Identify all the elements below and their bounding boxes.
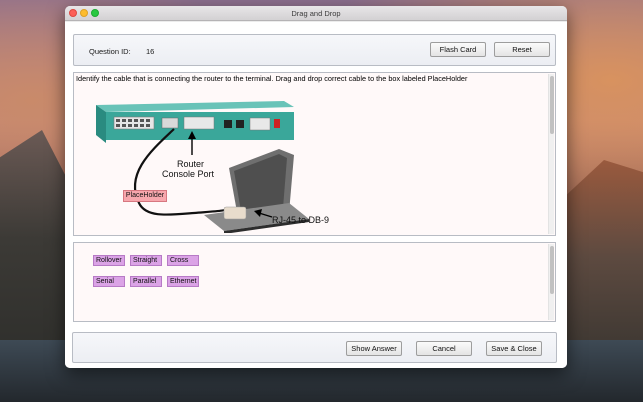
router-port-bank (113, 116, 155, 130)
answer-chip-cross[interactable]: Cross (167, 255, 199, 266)
answer-chip-rollover[interactable]: Rollover (93, 255, 125, 266)
answer-chip-serial[interactable]: Serial (93, 276, 125, 287)
close-window-icon[interactable] (69, 9, 77, 17)
question-text: Identify the cable that is connecting th… (76, 74, 468, 83)
question-scrollbar[interactable] (548, 74, 554, 234)
router-terminal-diagram: Router Console Port RJ-45 to DB-9 (96, 101, 329, 233)
cancel-button[interactable]: Cancel (416, 341, 472, 356)
question-id-value: 16 (146, 47, 155, 56)
question-scroll-thumb[interactable] (550, 76, 554, 134)
placeholder-drop-target[interactable]: PlaceHolder (123, 190, 167, 202)
db9-connector (223, 206, 247, 220)
question-header-panel: Question ID: 16 Flash Card Reset (73, 34, 556, 66)
footer-panel: Show Answer Cancel Save & Close (72, 332, 557, 363)
window-titlebar[interactable]: Drag and Drop (65, 6, 567, 21)
window-content: Question ID: 16 Flash Card Reset Identif… (65, 22, 567, 368)
minimize-window-icon[interactable] (80, 9, 88, 17)
router-top (96, 101, 294, 112)
show-answer-button[interactable]: Show Answer (346, 341, 402, 356)
answers-panel: Rollover Straight Cross Serial Parallel … (73, 242, 556, 322)
router-label-line1: Router (177, 159, 204, 169)
question-panel: Identify the cable that is connecting th… (73, 72, 556, 236)
answers-scroll-thumb[interactable] (550, 246, 554, 294)
answer-chip-ethernet[interactable]: Ethernet (167, 276, 199, 287)
router-console-connector (161, 117, 179, 129)
question-id-label: Question ID: (89, 47, 131, 56)
answer-chip-straight[interactable]: Straight (130, 255, 162, 266)
flash-card-button[interactable]: Flash Card (430, 42, 486, 57)
save-close-button[interactable]: Save & Close (486, 341, 542, 356)
rj45-label: RJ-45 to DB-9 (272, 215, 329, 225)
answer-chip-parallel[interactable]: Parallel (130, 276, 162, 287)
window-title: Drag and Drop (291, 9, 341, 18)
maximize-window-icon[interactable] (91, 9, 99, 17)
answers-scrollbar[interactable] (548, 244, 554, 320)
router-label-line2: Console Port (162, 169, 215, 179)
reset-button[interactable]: Reset (494, 42, 550, 57)
drag-drop-window: Drag and Drop Question ID: 16 Flash Card… (65, 6, 567, 368)
